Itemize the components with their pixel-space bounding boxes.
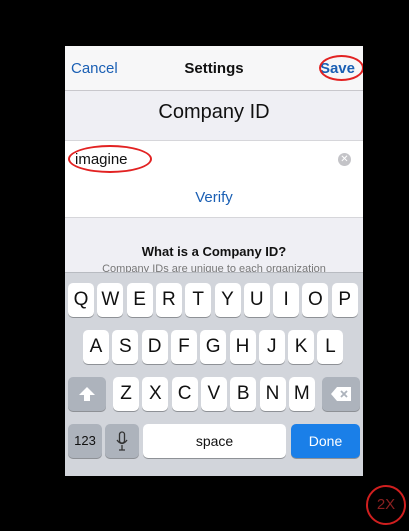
key-u[interactable]: U xyxy=(243,283,270,317)
key-s[interactable]: S xyxy=(112,330,139,364)
key-q[interactable]: Q xyxy=(68,283,94,317)
key-w[interactable]: W xyxy=(97,283,124,317)
key-b[interactable]: B xyxy=(230,377,257,411)
delete-key[interactable] xyxy=(322,377,360,411)
key-d[interactable]: D xyxy=(141,330,168,364)
shift-icon xyxy=(79,387,95,401)
key-n[interactable]: N xyxy=(259,377,286,411)
key-k[interactable]: K xyxy=(288,330,315,364)
save-annotation-circle xyxy=(319,55,363,81)
key-j[interactable]: J xyxy=(258,330,285,364)
clear-icon[interactable]: ✕ xyxy=(338,153,351,166)
space-key[interactable]: space xyxy=(143,424,286,458)
key-a[interactable]: A xyxy=(83,330,109,364)
key-x[interactable]: X xyxy=(142,377,169,411)
navigation-bar: Cancel Settings Save xyxy=(65,46,363,91)
key-e[interactable]: E xyxy=(126,283,153,317)
info-text: Company IDs are unique to each organizat… xyxy=(102,264,326,272)
key-c[interactable]: C xyxy=(171,377,198,411)
verify-row: Verify xyxy=(65,177,363,218)
cancel-button[interactable]: Cancel xyxy=(71,60,118,77)
key-i[interactable]: I xyxy=(273,283,300,317)
key-y[interactable]: Y xyxy=(214,283,241,317)
key-m[interactable]: M xyxy=(288,377,315,411)
page-heading: Company ID xyxy=(158,101,270,123)
done-key[interactable]: Done xyxy=(291,424,360,458)
key-t[interactable]: T xyxy=(185,283,212,317)
keyboard: Q W E R T Y U I O P A S D F G H J K L Z X C V B N M 123 space Done xyxy=(65,272,363,476)
key-f[interactable]: F xyxy=(170,330,197,364)
field-annotation-circle xyxy=(68,145,152,173)
key-v[interactable]: V xyxy=(200,377,227,411)
microphone-icon xyxy=(116,431,128,451)
shift-key[interactable] xyxy=(68,377,106,411)
microphone-key[interactable] xyxy=(105,424,139,458)
key-o[interactable]: O xyxy=(302,283,329,317)
key-g[interactable]: G xyxy=(200,330,227,364)
zoom-indicator[interactable]: 2X xyxy=(366,485,406,525)
key-l[interactable]: L xyxy=(317,330,344,364)
delete-icon xyxy=(331,387,351,401)
phone-screen: Cancel Settings Save Company ID imagine … xyxy=(65,46,363,476)
key-p[interactable]: P xyxy=(331,283,358,317)
numbers-key[interactable]: 123 xyxy=(68,424,102,458)
verify-button[interactable]: Verify xyxy=(65,189,363,206)
key-r[interactable]: R xyxy=(155,283,182,317)
key-z[interactable]: Z xyxy=(113,377,139,411)
company-id-field[interactable]: imagine ✕ xyxy=(65,140,363,178)
info-title: What is a Company ID? xyxy=(141,244,287,259)
key-h[interactable]: H xyxy=(229,330,256,364)
